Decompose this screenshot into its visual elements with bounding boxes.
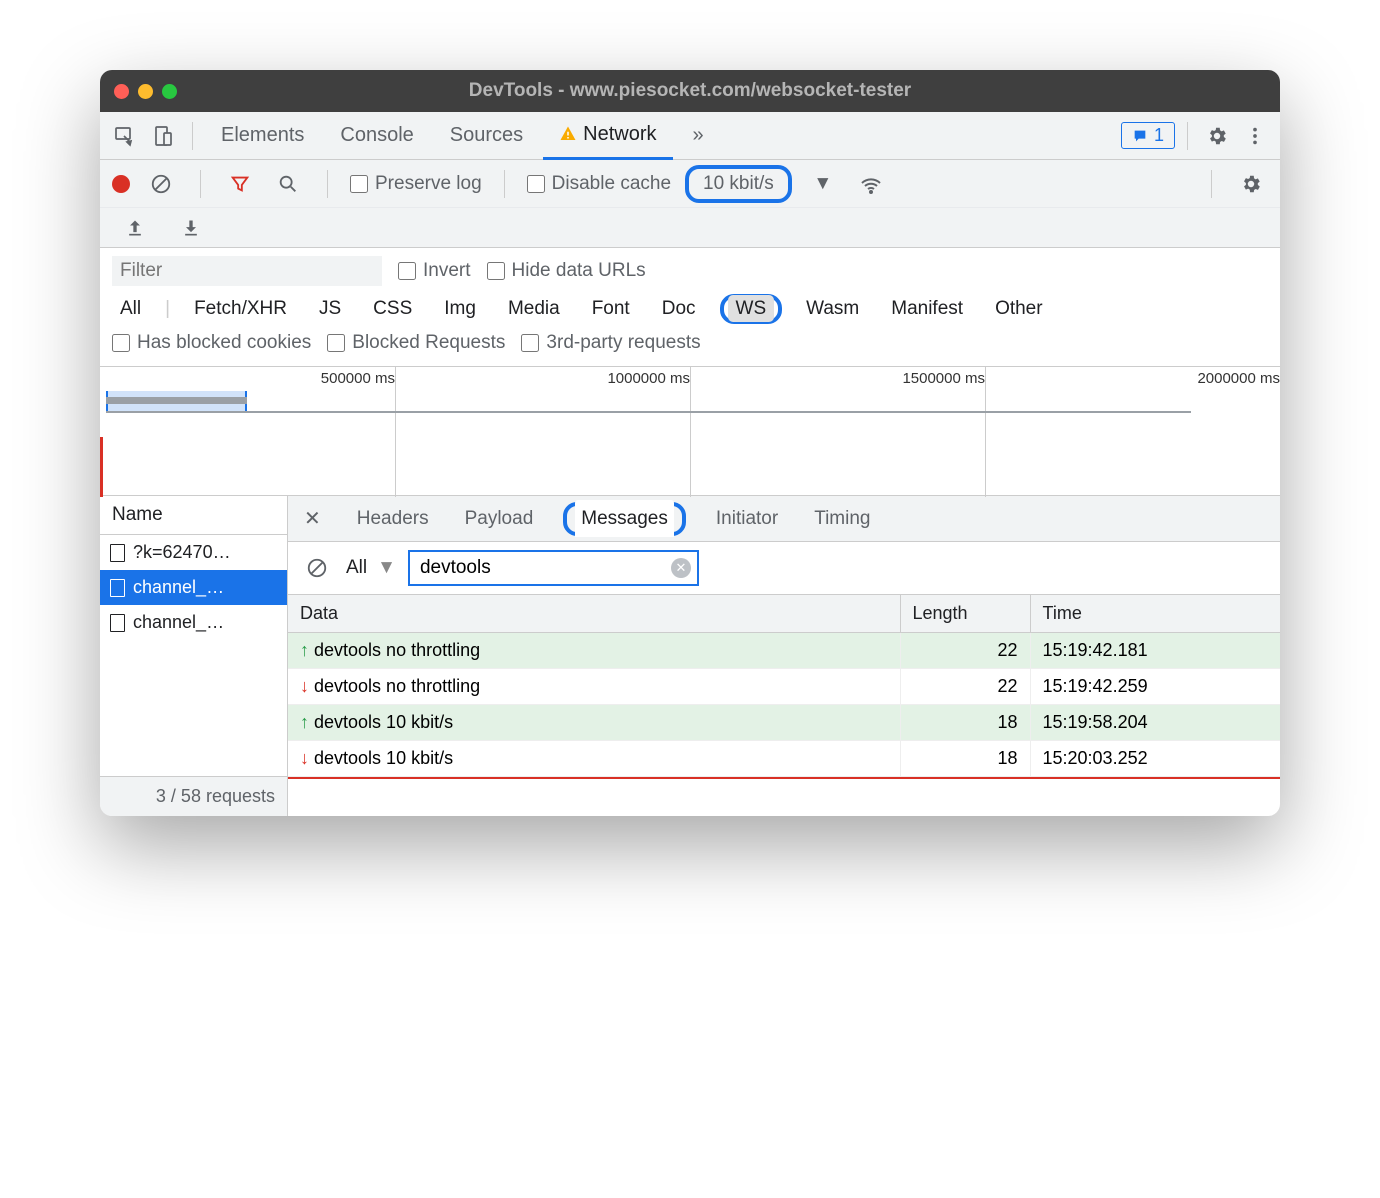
document-icon (110, 544, 125, 562)
type-other[interactable]: Other (987, 295, 1051, 323)
filter-icon[interactable] (223, 167, 257, 201)
tabs-overflow[interactable]: » (677, 112, 720, 160)
request-count: 3 / 58 requests (100, 776, 287, 816)
request-detail: ✕ Headers Payload Messages Initiator Tim… (288, 496, 1280, 816)
invert-checkbox[interactable]: Invert (398, 260, 471, 282)
main-panel: Name ?k=62470… channel_… channel_… 3 / 5… (100, 496, 1280, 816)
message-icon (1132, 128, 1148, 144)
resource-type-filters: All | Fetch/XHR JS CSS Img Media Font Do… (112, 294, 1268, 324)
tab-console[interactable]: Console (324, 112, 429, 160)
document-icon (110, 614, 125, 632)
tab-headers[interactable]: Headers (351, 500, 435, 538)
upload-har-icon[interactable] (118, 211, 152, 245)
third-party-checkbox[interactable]: 3rd-party requests (521, 332, 700, 354)
close-window-button[interactable] (114, 84, 129, 99)
col-data[interactable]: Data (288, 595, 900, 633)
message-row[interactable]: ↓ devtools no throttling 22 15:19:42.259 (288, 669, 1280, 705)
devtools-window: DevTools - www.piesocket.com/websocket-t… (100, 70, 1280, 816)
request-row[interactable]: channel_… (100, 570, 287, 605)
inspect-element-icon[interactable] (108, 119, 142, 153)
clear-filter-icon[interactable]: ✕ (671, 558, 691, 578)
tab-network[interactable]: Network (543, 112, 672, 160)
type-wasm[interactable]: Wasm (798, 295, 867, 323)
import-export-toolbar (100, 208, 1280, 248)
device-toolbar-icon[interactable] (146, 119, 180, 153)
issues-badge[interactable]: 1 (1121, 122, 1175, 149)
tab-payload[interactable]: Payload (459, 500, 540, 538)
type-js[interactable]: JS (311, 295, 349, 323)
throttling-dropdown-icon[interactable]: ▼ (806, 167, 840, 201)
arrow-up-icon: ↑ (300, 640, 309, 660)
type-css[interactable]: CSS (365, 295, 420, 323)
timeline-tick: 500000 ms (321, 370, 395, 387)
filter-bar: Invert Hide data URLs All | Fetch/XHR JS… (100, 248, 1280, 366)
disable-cache-checkbox[interactable]: Disable cache (527, 173, 671, 195)
filter-input[interactable] (112, 256, 382, 286)
type-all[interactable]: All (112, 295, 149, 323)
request-row[interactable]: ?k=62470… (100, 535, 287, 570)
timeline-tick: 1000000 ms (607, 370, 690, 387)
timeline-tick: 1500000 ms (902, 370, 985, 387)
network-toolbar: Preserve log Disable cache 10 kbit/s ▼ (100, 160, 1280, 208)
type-doc[interactable]: Doc (654, 295, 704, 323)
message-row[interactable]: ↑ devtools no throttling 22 15:19:42.181 (288, 633, 1280, 669)
message-filter-input[interactable] (408, 550, 699, 586)
window-title: DevTools - www.piesocket.com/websocket-t… (100, 80, 1280, 102)
hide-data-urls-checkbox[interactable]: Hide data URLs (487, 260, 646, 282)
search-icon[interactable] (271, 167, 305, 201)
network-conditions-icon[interactable] (854, 167, 888, 201)
messages-table: Data Length Time ↑ devtools no throttlin… (288, 595, 1280, 777)
detail-tabs: ✕ Headers Payload Messages Initiator Tim… (288, 496, 1280, 542)
clear-icon[interactable] (144, 167, 178, 201)
download-har-icon[interactable] (174, 211, 208, 245)
close-detail-button[interactable]: ✕ (298, 506, 327, 531)
kebab-menu-icon[interactable] (1238, 119, 1272, 153)
type-img[interactable]: Img (436, 295, 484, 323)
type-manifest[interactable]: Manifest (883, 295, 971, 323)
throttling-select[interactable]: 10 kbit/s (685, 165, 792, 203)
window-controls (114, 84, 177, 99)
message-row[interactable]: ↓ devtools 10 kbit/s 18 15:20:03.252 (288, 741, 1280, 777)
blocked-cookies-checkbox[interactable]: Has blocked cookies (112, 332, 311, 354)
tab-elements[interactable]: Elements (205, 112, 320, 160)
document-icon (110, 579, 125, 597)
tab-sources[interactable]: Sources (434, 112, 539, 160)
tab-messages[interactable]: Messages (575, 500, 674, 537)
tab-timing[interactable]: Timing (808, 500, 876, 538)
timeline-overview[interactable]: 500000 ms 1000000 ms 1500000 ms 2000000 … (100, 366, 1280, 496)
request-row[interactable]: channel_… (100, 605, 287, 640)
type-ws[interactable]: WS (728, 295, 775, 322)
arrow-down-icon: ↓ (300, 676, 309, 696)
minimize-window-button[interactable] (138, 84, 153, 99)
request-list: Name ?k=62470… channel_… channel_… 3 / 5… (100, 496, 288, 816)
message-type-select[interactable]: All ▼ (346, 557, 396, 579)
network-settings-icon[interactable] (1234, 167, 1268, 201)
tab-initiator[interactable]: Initiator (710, 500, 784, 538)
maximize-window-button[interactable] (162, 84, 177, 99)
col-length[interactable]: Length (900, 595, 1030, 633)
type-media[interactable]: Media (500, 295, 568, 323)
message-filter-bar: All ▼ ✕ (288, 542, 1280, 595)
col-time[interactable]: Time (1030, 595, 1280, 633)
preserve-log-checkbox[interactable]: Preserve log (350, 173, 482, 195)
arrow-up-icon: ↑ (300, 712, 309, 732)
clear-messages-icon[interactable] (300, 551, 334, 585)
arrow-down-icon: ↓ (300, 748, 309, 768)
blocked-requests-checkbox[interactable]: Blocked Requests (327, 332, 505, 354)
titlebar: DevTools - www.piesocket.com/websocket-t… (100, 70, 1280, 112)
type-font[interactable]: Font (584, 295, 638, 323)
warning-icon (559, 125, 577, 143)
record-button[interactable] (112, 175, 130, 193)
main-toolbar: Elements Console Sources Network » 1 (100, 112, 1280, 160)
settings-icon[interactable] (1200, 119, 1234, 153)
name-column-header[interactable]: Name (100, 496, 287, 535)
message-row[interactable]: ↑ devtools 10 kbit/s 18 15:19:58.204 (288, 705, 1280, 741)
type-fetch-xhr[interactable]: Fetch/XHR (186, 295, 295, 323)
timeline-tick: 2000000 ms (1197, 370, 1280, 387)
table-end-marker (288, 777, 1280, 779)
